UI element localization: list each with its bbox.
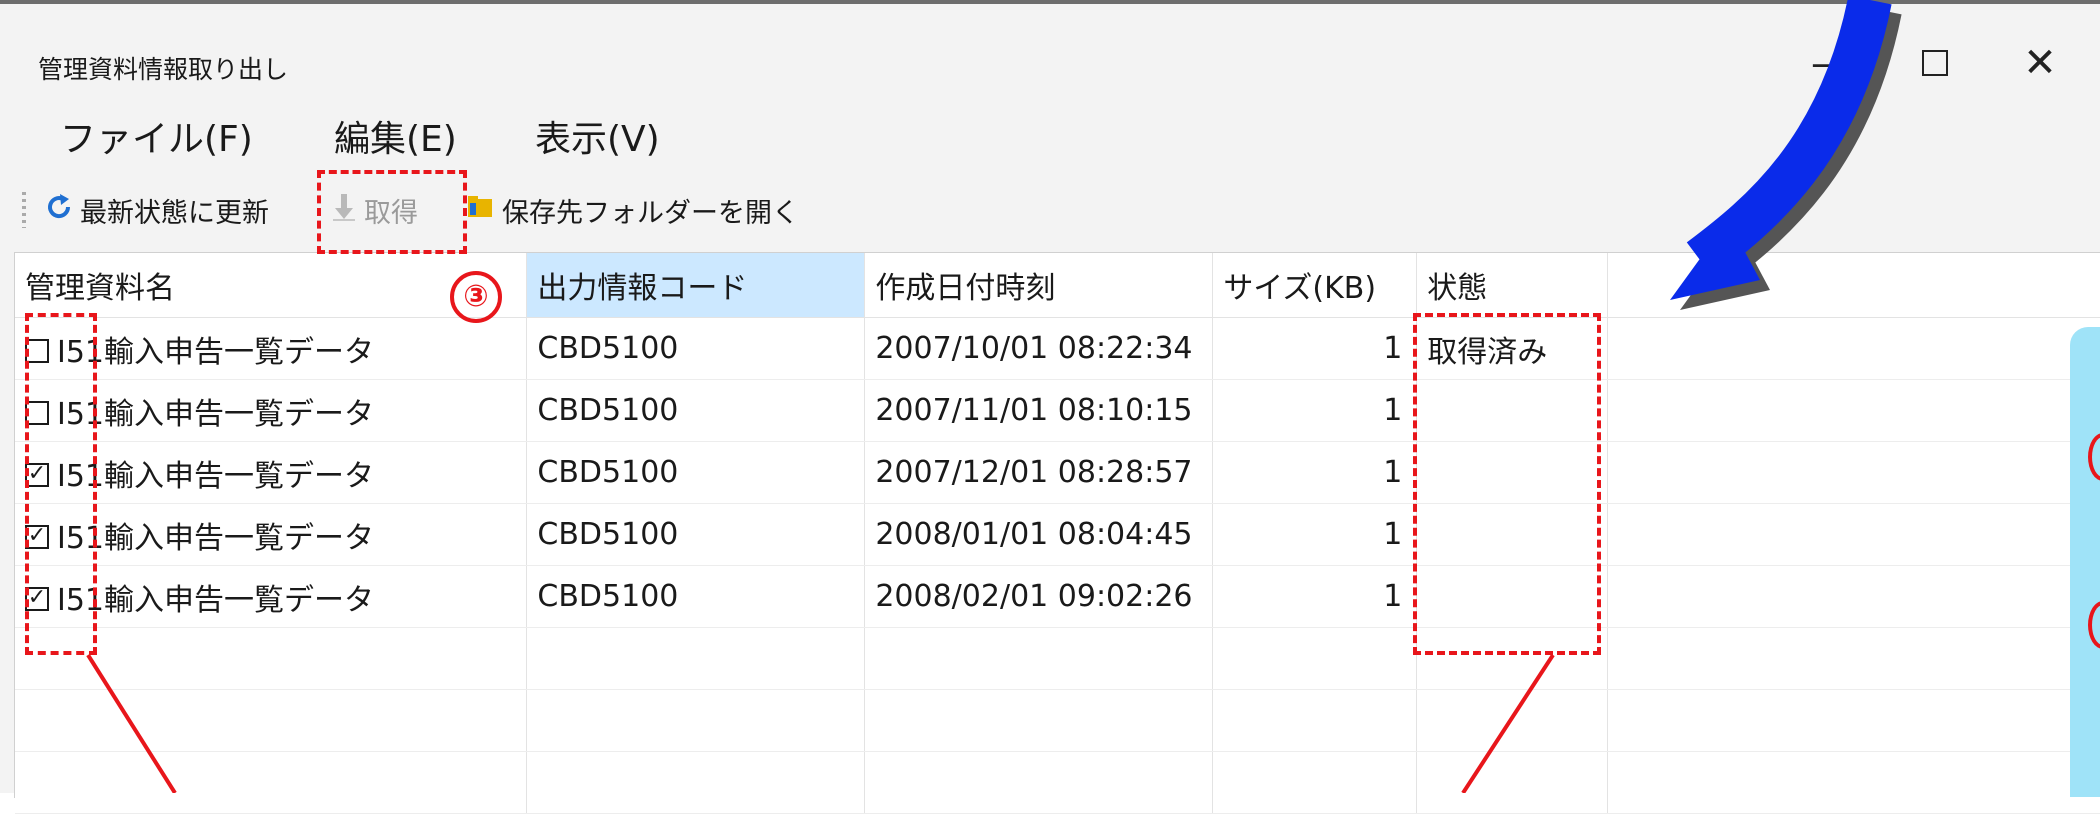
callout-marker — [2088, 433, 2100, 481]
callout-panel — [2070, 327, 2100, 797]
callout-marker — [2088, 601, 2100, 649]
pointer-arrow — [1670, 0, 1902, 310]
